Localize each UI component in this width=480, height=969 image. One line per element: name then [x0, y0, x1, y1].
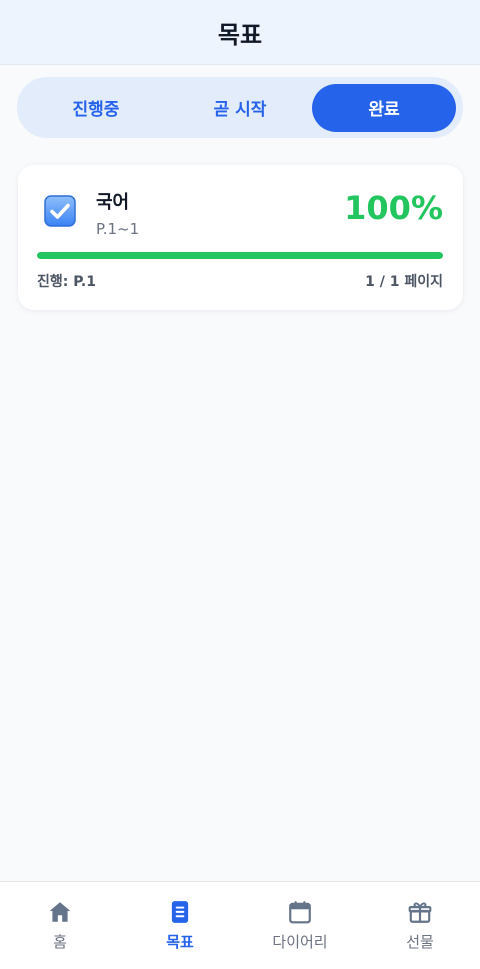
page-title: 목표: [217, 20, 263, 49]
goal-percent: 100%: [344, 189, 443, 227]
status-tab-bar: 진행중 곧 시작 완료: [17, 77, 463, 138]
app-root: 목표 진행중 곧 시작 완료 국어 P.1~1 100% 진행: P.1 1 /…: [0, 0, 480, 969]
tab-completed[interactable]: 완료: [312, 83, 456, 132]
goal-current-page: 진행: P.1: [37, 274, 96, 290]
goal-card[interactable]: 국어 P.1~1 100% 진행: P.1 1 / 1 페이지: [18, 165, 463, 310]
nav-item-home[interactable]: 홈: [0, 882, 120, 969]
gift-icon: [408, 902, 432, 923]
bottom-navigation: 홈 목표 다이어리 선물: [0, 881, 480, 969]
tab-label: 완료: [368, 100, 400, 120]
nav-item-diary[interactable]: 다이어리: [240, 882, 360, 969]
goal-subject: 국어: [96, 192, 130, 213]
tab-upcoming[interactable]: 곧 시작: [168, 84, 312, 132]
progress-bar: [37, 252, 443, 259]
app-header: 목표: [0, 0, 480, 65]
goal-page-count: 1 / 1 페이지: [365, 274, 443, 290]
goal-page-range: P.1~1: [96, 220, 140, 238]
nav-item-gift[interactable]: 선물: [360, 882, 480, 969]
tab-label: 곧 시작: [213, 100, 267, 120]
nav-label: 홈: [53, 933, 67, 951]
nav-label: 선물: [406, 933, 434, 951]
tab-in-progress[interactable]: 진행중: [24, 84, 168, 132]
checkbox-checked-icon: [44, 195, 76, 227]
home-icon: [49, 902, 71, 922]
nav-item-goals[interactable]: 목표: [120, 882, 240, 969]
nav-label: 다이어리: [272, 933, 328, 951]
document-icon: [171, 901, 189, 923]
progress-bar-fill: [37, 252, 443, 259]
nav-label: 목표: [166, 933, 194, 951]
calendar-icon: [289, 901, 311, 924]
tab-label: 진행중: [72, 100, 120, 120]
